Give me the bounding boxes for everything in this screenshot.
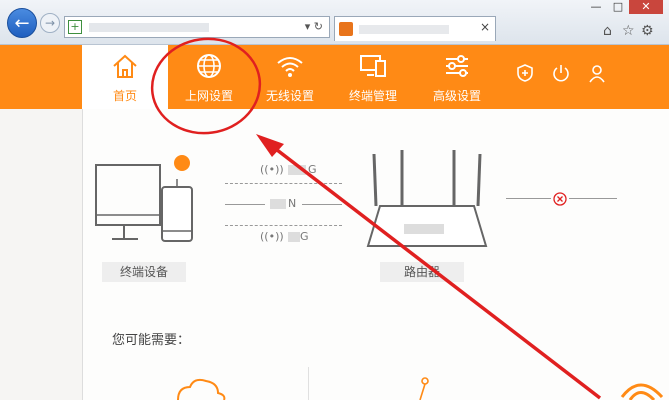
site-icon: + (68, 20, 82, 34)
address-text-blurred (89, 23, 209, 32)
network-icon (419, 377, 429, 400)
suggestions-heading: 您可能需要： (112, 333, 191, 348)
divider (308, 367, 309, 400)
home-icon[interactable]: ⌂ (603, 23, 612, 39)
nav-wireless-settings[interactable]: 无线设置 (247, 45, 333, 109)
nav-home[interactable]: 首页 (82, 45, 168, 109)
wifi-signal-icon-2: ((•)) (260, 230, 284, 243)
forward-arrow-icon: → (44, 16, 56, 30)
lan-label: N (288, 197, 297, 210)
tab-close-icon[interactable]: × (480, 20, 490, 34)
sliders-icon (446, 55, 468, 77)
shield-icon[interactable] (515, 63, 535, 83)
star-icon[interactable]: ☆ (622, 23, 635, 39)
nav-advanced-label: 高级设置 (432, 89, 481, 103)
home-icon (113, 54, 137, 78)
nav-wireless-label: 无线设置 (265, 89, 314, 103)
band-5g-blurred (288, 232, 300, 242)
wan-link-line-right (569, 198, 617, 199)
minimize-button[interactable]: — (585, 0, 607, 14)
router-icon (366, 150, 488, 247)
cloud-icon (177, 378, 226, 400)
nav-internet-settings[interactable]: 上网设置 (166, 45, 252, 109)
wan-link-line-left (506, 198, 551, 199)
power-icon[interactable] (551, 63, 571, 83)
back-button[interactable]: ← (7, 8, 37, 38)
tab-title-blurred (359, 25, 449, 34)
lan-link-line-left (225, 204, 265, 205)
wifi-link-line (225, 183, 342, 184)
terminal-device-label: 终端设备 (102, 262, 186, 282)
nav-terminal-management[interactable]: 终端管理 (330, 45, 416, 109)
wifi-5g-link-line (225, 225, 342, 226)
user-icon[interactable] (587, 63, 607, 83)
browser-toolbar: ← → + ▾ ↻ × — □ ✕ ⌂ ☆ ⚙ (0, 0, 669, 45)
back-arrow-icon: ← (14, 12, 30, 34)
top-navigation: 首页 上网设置 无线设置 终端管理 高级设置 (0, 45, 669, 109)
disconnected-icon (553, 192, 567, 206)
globe-icon (197, 54, 221, 78)
maximize-button[interactable]: □ (607, 0, 629, 14)
nav-terminal-label: 终端管理 (348, 89, 397, 103)
nav-internet-label: 上网设置 (184, 89, 233, 103)
gear-icon[interactable]: ⚙ (641, 23, 654, 39)
forward-button[interactable]: → (40, 13, 60, 33)
router-admin-page: 首页 上网设置 无线设置 终端管理 高级设置 终端设备 ((•)) G N ((… (0, 45, 669, 400)
band-24g-label: G (308, 163, 317, 176)
left-panel (0, 109, 82, 400)
lan-link-line-right (302, 204, 342, 205)
wifi-icon-bottom (620, 383, 663, 400)
nav-advanced-settings[interactable]: 高级设置 (414, 45, 500, 109)
band-5g-label: G (300, 230, 309, 243)
terminal-device-icon (95, 155, 193, 242)
tab-favicon (339, 22, 353, 36)
browser-tab[interactable]: × (334, 16, 496, 41)
devices-icon (360, 55, 386, 77)
dropdown-icon[interactable]: ▾ ↻ (305, 20, 323, 33)
nav-home-label: 首页 (112, 89, 137, 103)
wifi-icon (277, 57, 303, 77)
router-label: 路由器 (380, 262, 464, 282)
address-bar[interactable]: + ▾ ↻ (64, 16, 330, 38)
lan-label-blurred (270, 199, 286, 209)
close-button[interactable]: ✕ (629, 0, 663, 14)
band-blurred (288, 165, 306, 175)
wifi-signal-icon: ((•)) (260, 163, 284, 176)
